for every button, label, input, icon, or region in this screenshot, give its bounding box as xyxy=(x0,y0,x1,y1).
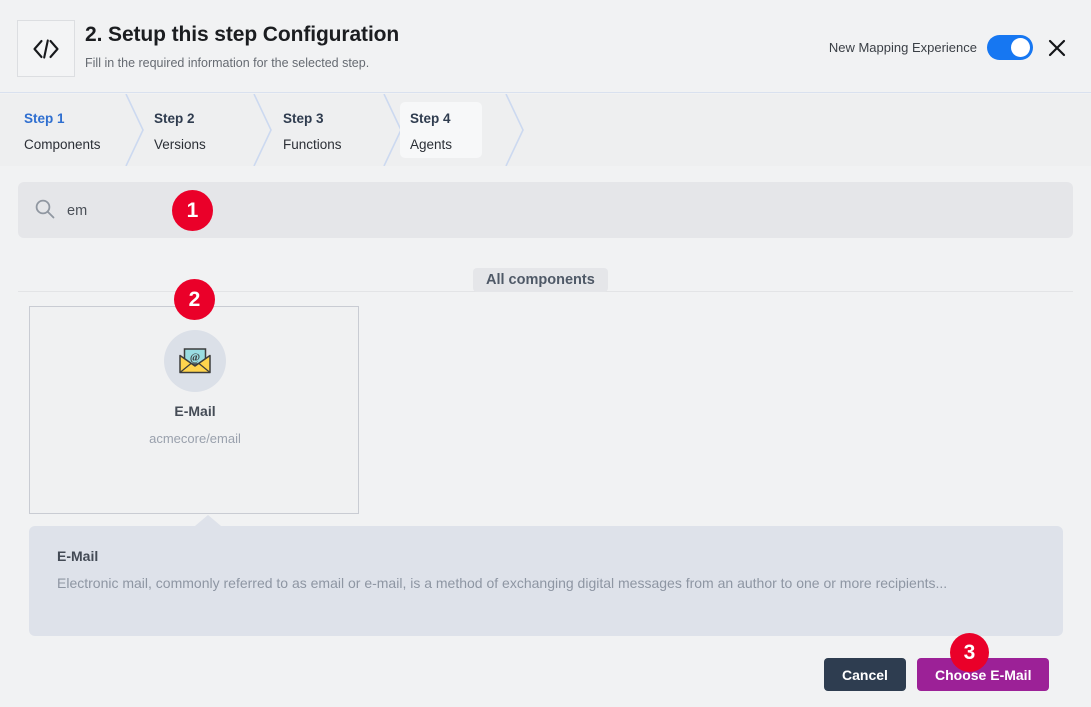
step-2-title: Step 2 xyxy=(154,111,195,126)
dialog-title: 2. Setup this step Configuration xyxy=(85,23,400,46)
annotation-badge-3: 3 xyxy=(950,633,989,672)
annotation-badge-2: 2 xyxy=(174,279,215,320)
new-mapping-experience-toggle[interactable] xyxy=(987,35,1033,60)
new-mapping-experience-label: New Mapping Experience xyxy=(828,40,977,55)
dialog-subtitle: Fill in the required information for the… xyxy=(85,56,370,70)
step-4-title: Step 4 xyxy=(410,111,451,126)
component-card-email[interactable]: @ E-Mail acmecore/email xyxy=(29,306,359,514)
step-chevron-divider xyxy=(505,94,527,166)
step-navigation: Step 1 Components Step 2 Versions Step 3… xyxy=(0,94,1091,166)
cancel-button[interactable]: Cancel xyxy=(824,658,906,691)
component-description-panel: E-Mail Electronic mail, commonly referre… xyxy=(29,515,1063,636)
description-pointer xyxy=(195,515,221,526)
step-4-subtitle: Agents xyxy=(410,136,453,152)
step-2-subtitle: Versions xyxy=(154,136,206,152)
step-1-title: Step 1 xyxy=(24,111,65,126)
component-card-subtitle: acmecore/email xyxy=(149,431,241,446)
svg-text:@: @ xyxy=(190,352,200,364)
step-3-subtitle: Functions xyxy=(283,136,342,152)
search-icon xyxy=(34,198,56,220)
description-title: E-Mail xyxy=(57,548,99,564)
step-chevron-divider xyxy=(253,94,275,166)
dialog-header: 2. Setup this step Configuration Fill in… xyxy=(0,0,1091,93)
toggle-knob xyxy=(1011,38,1030,57)
step-3-title: Step 3 xyxy=(283,111,324,126)
annotation-badge-1: 1 xyxy=(172,190,213,231)
email-envelope-icon: @ xyxy=(164,330,226,392)
all-components-label: All components xyxy=(473,268,608,292)
code-brackets-icon xyxy=(17,20,75,77)
step-1-subtitle: Components xyxy=(24,136,101,152)
close-icon[interactable] xyxy=(1043,34,1071,62)
description-body: Electronic mail, commonly referred to as… xyxy=(57,575,948,591)
component-card-title: E-Mail xyxy=(174,403,216,419)
